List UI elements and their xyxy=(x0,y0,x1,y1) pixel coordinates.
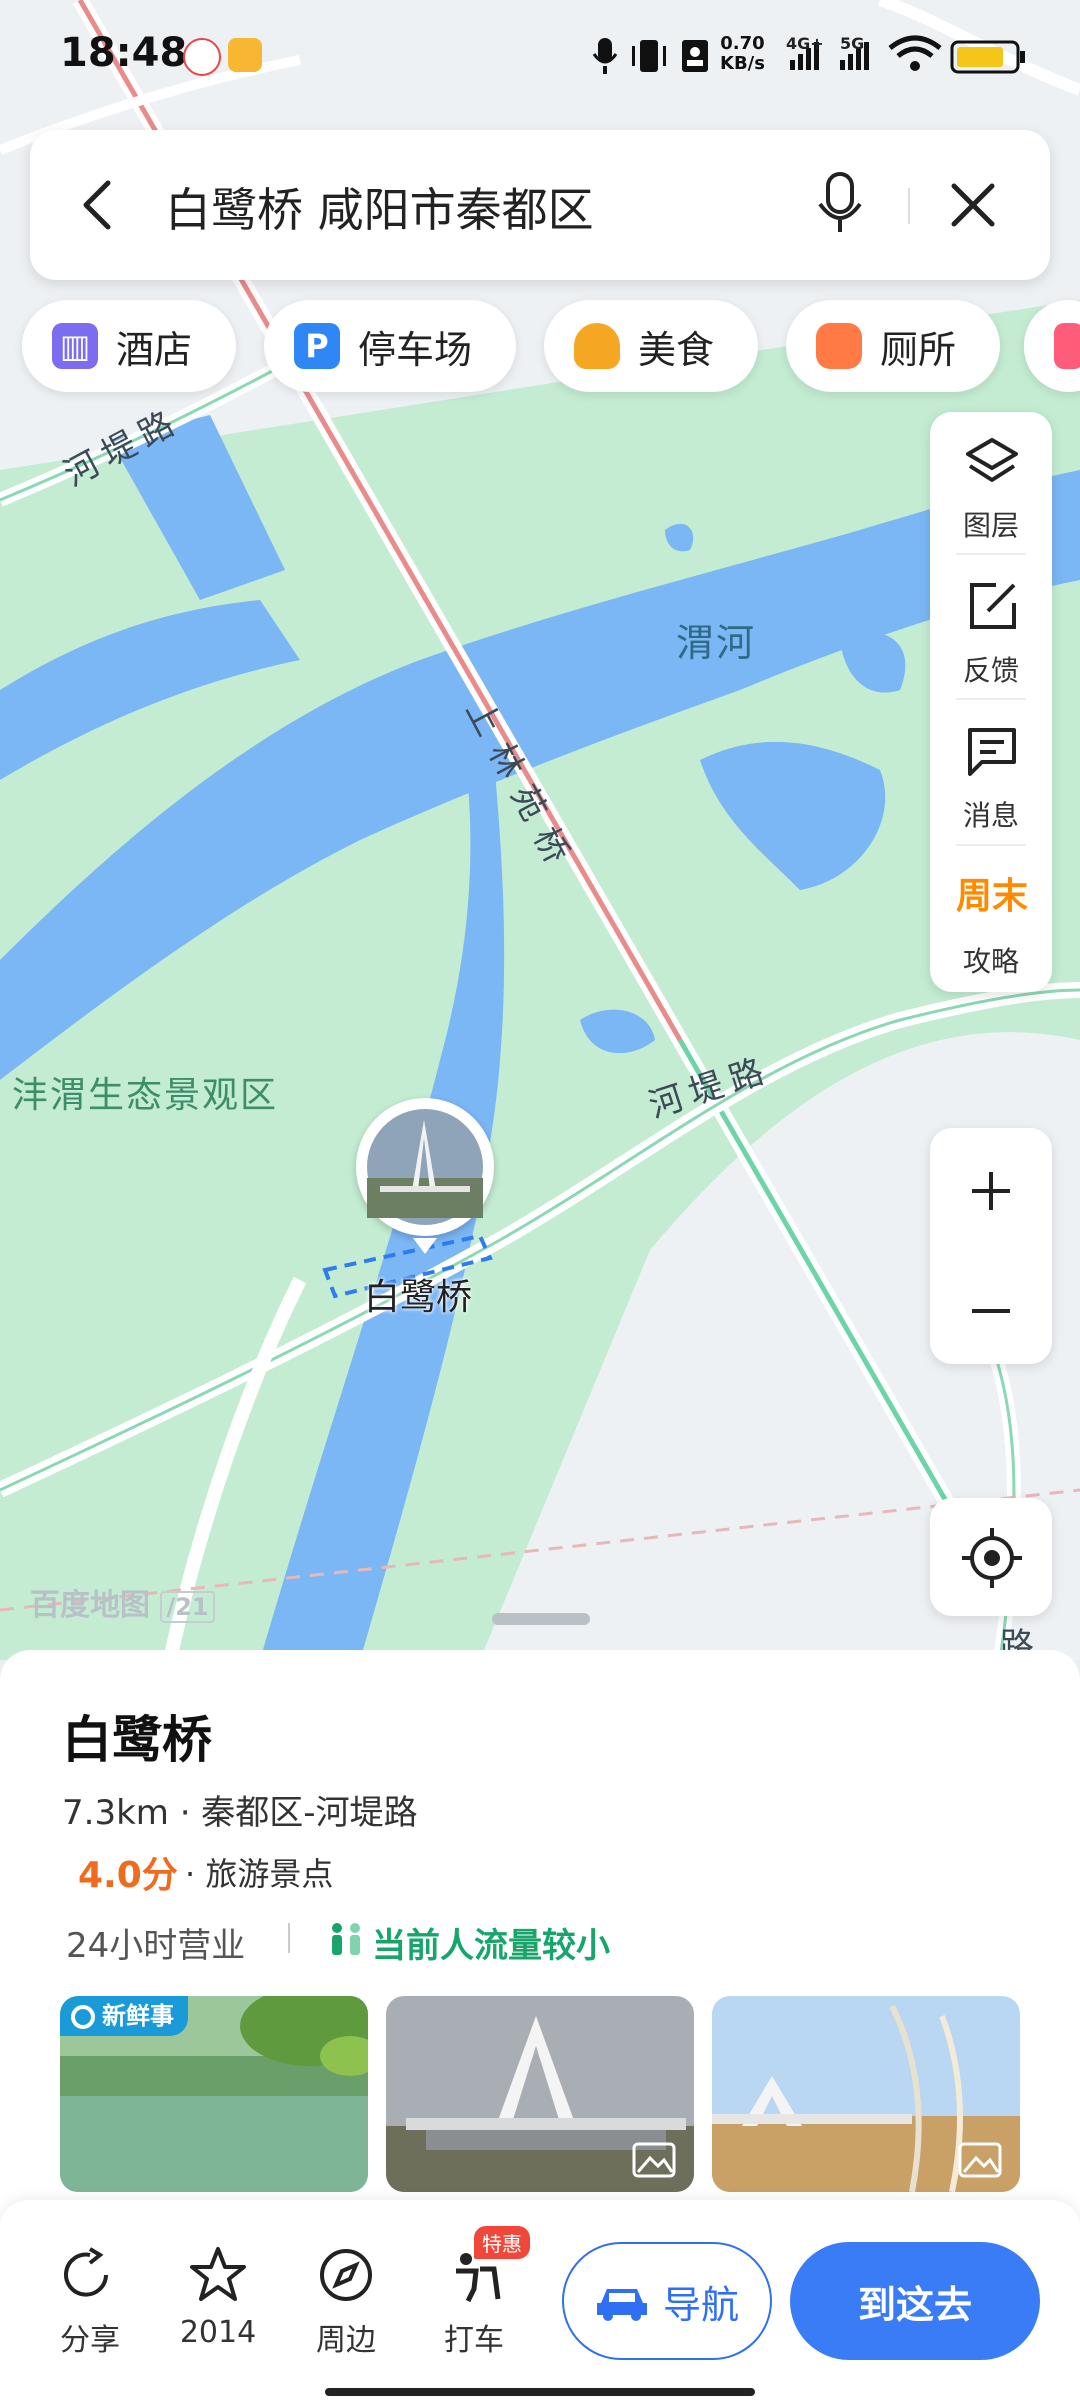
wifi-icon xyxy=(888,35,942,71)
photo-bridge-2[interactable] xyxy=(712,1996,1020,2192)
sheet-drag-handle[interactable] xyxy=(492,1613,590,1625)
place-name: 白鹭桥 xyxy=(62,1711,212,1769)
messages-label: 消息 xyxy=(962,799,1019,832)
battery-icon xyxy=(950,40,1025,74)
go-here-label: 到这去 xyxy=(857,2282,972,2327)
search-divider xyxy=(908,188,910,224)
network-4g-label: 4G+ xyxy=(786,34,824,53)
taxi-button[interactable]: 打车 xyxy=(424,2245,524,2359)
map-tools-panel: 图层 反馈 消息 周末 攻略 xyxy=(930,412,1052,992)
tool-divider xyxy=(956,844,1026,846)
photo-bridge-1[interactable] xyxy=(386,1996,694,2192)
chip-parking[interactable]: P 停车场 xyxy=(264,300,516,392)
crowd-people-icon xyxy=(332,1923,360,1955)
baidu-map-watermark: 百度地图 /21 xyxy=(30,1580,215,1624)
chip-toilet-label: 厕所 xyxy=(880,327,957,372)
feedback-button[interactable]: 反馈 xyxy=(930,553,1052,697)
navigate-button[interactable]: 导航 xyxy=(562,2242,772,2360)
layers-button[interactable]: 图层 xyxy=(930,412,1052,552)
tool-divider xyxy=(956,698,1026,700)
status-bar: 18:48 0.70 KB/s 4G+ 5G xyxy=(0,0,1080,110)
parking-icon: P xyxy=(294,323,340,369)
car-icon xyxy=(596,2289,647,2321)
favorite-button[interactable]: 2014 xyxy=(168,2245,268,2350)
app-notification-icon xyxy=(228,38,262,72)
weekend-guide-button[interactable]: 周末 攻略 xyxy=(930,844,1052,988)
close-icon[interactable] xyxy=(948,180,998,230)
contact-card-icon xyxy=(682,40,708,72)
place-type: · 旅游景点 xyxy=(185,1855,334,1893)
image-icon xyxy=(632,2142,676,2178)
layers-icon xyxy=(966,438,1018,482)
messages-button[interactable]: 消息 xyxy=(930,698,1052,842)
info-divider xyxy=(288,1923,290,1953)
poi-marker[interactable] xyxy=(356,1098,494,1254)
toilet-icon xyxy=(816,323,862,369)
feedback-edit-icon xyxy=(970,583,1016,629)
place-hours: 24小时营业 xyxy=(66,1926,246,1966)
guide-label: 攻略 xyxy=(962,945,1019,978)
status-time: 18:48 xyxy=(60,30,188,76)
chip-parking-label: 停车场 xyxy=(358,327,473,372)
crowd-status: 当前人流量较小 xyxy=(372,1926,610,1966)
search-bar[interactable]: 白鹭桥 咸阳市秦都区 xyxy=(30,130,1050,280)
weekend-badge-icon: 周末 xyxy=(955,876,1028,917)
hotel-icon: ▥ xyxy=(52,323,98,369)
locate-me-button[interactable] xyxy=(930,1498,1052,1616)
poi-label: 白鹭桥 xyxy=(364,1277,473,1318)
star-icon xyxy=(190,2247,246,2301)
chip-food[interactable]: 美食 xyxy=(544,300,758,392)
chip-food-label: 美食 xyxy=(638,327,715,372)
food-icon xyxy=(574,323,620,369)
network-speed: 0.70 KB/s xyxy=(720,33,765,74)
photo-fresh-news[interactable]: 新鲜事 xyxy=(60,1996,368,2192)
microphone-status-icon xyxy=(592,38,618,74)
tool-divider xyxy=(956,553,1026,555)
place-distance-address: 7.3km · 秦都区-河堤路 xyxy=(62,1793,418,1833)
zoom-in-icon[interactable] xyxy=(968,1168,1014,1214)
compass-icon xyxy=(320,2249,372,2301)
message-icon xyxy=(968,728,1016,776)
refresh-badge-icon xyxy=(71,2005,95,2029)
share-icon xyxy=(64,2247,108,2297)
back-arrow-icon[interactable] xyxy=(74,175,124,235)
chip-hotel-label: 酒店 xyxy=(116,327,193,372)
map-app-notification-icon xyxy=(183,38,221,76)
go-here-button[interactable]: 到这去 xyxy=(790,2242,1040,2360)
layers-label: 图层 xyxy=(962,509,1019,542)
home-indicator[interactable] xyxy=(325,2388,755,2396)
vibrate-icon xyxy=(632,40,666,72)
search-query[interactable]: 白鹭桥 咸阳市秦都区 xyxy=(165,174,594,240)
place-rating[interactable]: 4.0分 xyxy=(78,1846,178,1898)
nearby-button[interactable]: 周边 xyxy=(296,2245,396,2359)
nearby-label: 周边 xyxy=(316,2323,376,2358)
chip-toilet[interactable]: 厕所 xyxy=(786,300,1000,392)
feedback-label: 反馈 xyxy=(962,654,1019,687)
map-label-scenic-area: 沣渭生态景观区 xyxy=(12,1075,279,1116)
map-label-river: 渭河 xyxy=(676,621,757,665)
voice-search-icon[interactable] xyxy=(810,170,870,240)
taxi-promo-badge: 特惠 xyxy=(474,2226,530,2259)
network-5g-label: 5G xyxy=(840,34,865,53)
image-icon xyxy=(958,2142,1002,2178)
poi-photo-thumbnail xyxy=(367,1109,483,1254)
locate-crosshair-icon xyxy=(962,1528,1022,1588)
favorite-count: 2014 xyxy=(179,2315,257,2350)
zoom-out-icon[interactable] xyxy=(968,1288,1014,1334)
share-button[interactable]: 分享 xyxy=(40,2245,140,2359)
share-label: 分享 xyxy=(60,2323,120,2358)
zoom-control xyxy=(930,1128,1052,1364)
navigate-label: 导航 xyxy=(662,2282,739,2327)
chip-hotel[interactable]: ▥ 酒店 xyxy=(22,300,236,392)
more-category-icon xyxy=(1054,323,1080,369)
taxi-label: 打车 xyxy=(444,2323,504,2358)
